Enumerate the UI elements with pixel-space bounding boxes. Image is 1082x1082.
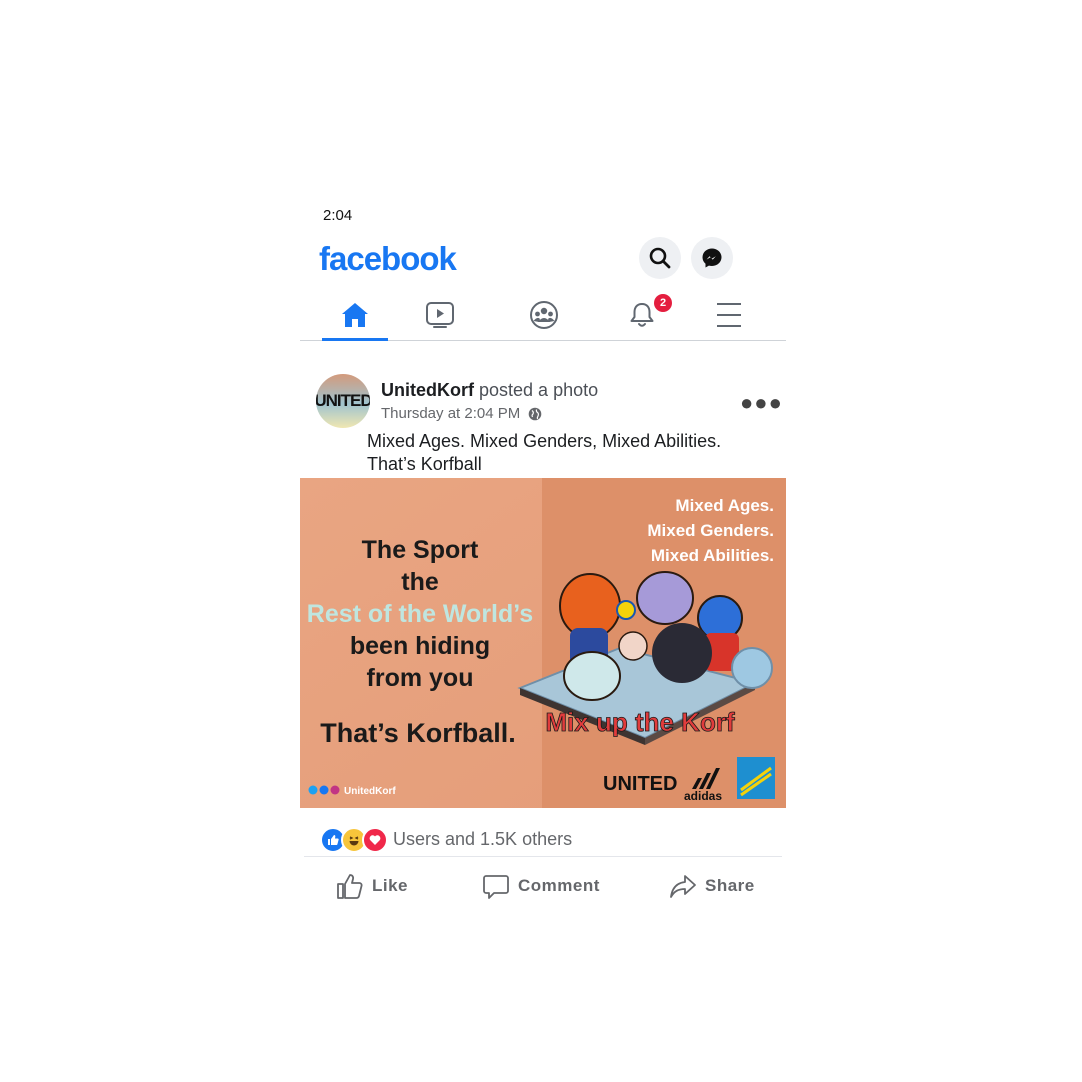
groups-icon <box>530 301 558 329</box>
facebook-logo[interactable]: facebook <box>319 240 457 278</box>
poster-line-4: been hiding <box>350 632 490 660</box>
post-options-button[interactable]: ●●● <box>740 390 783 416</box>
tab-notifications[interactable]: 2 <box>612 290 672 340</box>
poster-mix-slogan: Mix up the Korf <box>545 707 735 737</box>
author-name[interactable]: UnitedKorf <box>381 380 474 400</box>
globe-icon <box>528 407 542 420</box>
thumbs-up-icon <box>337 874 363 899</box>
poster-brand-adidas: adidas <box>684 789 722 803</box>
reaction-icons[interactable] <box>320 827 388 853</box>
poster-line-5: from you <box>367 664 474 692</box>
reaction-summary[interactable]: Users and 1.5K others <box>393 829 572 850</box>
like-button[interactable]: Like <box>336 870 408 902</box>
poster-tagline: That’s Korfball. <box>320 718 516 748</box>
share-label: Share <box>705 876 755 895</box>
status-time: 2:04 <box>323 207 353 224</box>
comment-button[interactable]: Comment <box>482 870 600 902</box>
love-icon <box>362 827 388 853</box>
active-tab-indicator <box>322 338 388 341</box>
phone-screen: 2:04 facebook 2 UNITED UnitedKorf posted… <box>300 0 786 1082</box>
tab-watch[interactable] <box>410 290 470 340</box>
tab-home[interactable] <box>322 290 388 340</box>
comment-label: Comment <box>518 876 600 895</box>
post-timestamp[interactable]: Thursday at 2:04 PM <box>381 405 520 422</box>
tab-groups[interactable] <box>514 290 574 340</box>
like-label: Like <box>372 876 409 895</box>
poster-right-3: Mixed Abilities. <box>651 546 774 565</box>
messenger-button[interactable] <box>691 237 733 279</box>
poster-brand-united: UNITED <box>603 773 677 795</box>
post-photo[interactable]: The Sport the Rest of the World’s been h… <box>300 478 786 808</box>
menu-icon <box>717 303 741 327</box>
tab-menu[interactable] <box>704 290 754 340</box>
poster-social-handle: UnitedKorf <box>344 786 396 797</box>
korfball-poster: The Sport the Rest of the World’s been h… <box>300 478 786 808</box>
search-icon <box>649 247 671 269</box>
post-caption: Mixed Ages. Mixed Genders, Mixed Abiliti… <box>367 431 722 474</box>
poster-right-1: Mixed Ages. <box>675 496 774 515</box>
post-meta: Thursday at 2:04 PM <box>381 405 542 422</box>
notification-badge: 2 <box>654 294 672 312</box>
video-icon <box>426 302 454 328</box>
avatar[interactable]: UNITED <box>316 374 370 428</box>
poster-right-2: Mixed Genders. <box>647 521 774 540</box>
poster-line-2: the <box>401 568 439 596</box>
avatar-logo: UNITED <box>316 391 370 410</box>
poster-line-1: The Sport <box>362 536 479 564</box>
divider <box>304 856 782 857</box>
tab-bar: 2 <box>300 290 786 341</box>
bell-icon <box>630 303 654 327</box>
poster-line-3: Rest of the World’s <box>307 600 533 628</box>
post-action-text: posted a photo <box>479 380 599 400</box>
comment-icon <box>483 875 509 899</box>
search-button[interactable] <box>639 237 681 279</box>
post-author-line: UnitedKorf posted a photo <box>381 380 598 401</box>
home-icon <box>342 303 368 327</box>
share-button[interactable]: Share <box>669 870 755 902</box>
share-icon <box>670 875 696 898</box>
messenger-icon <box>702 248 722 268</box>
